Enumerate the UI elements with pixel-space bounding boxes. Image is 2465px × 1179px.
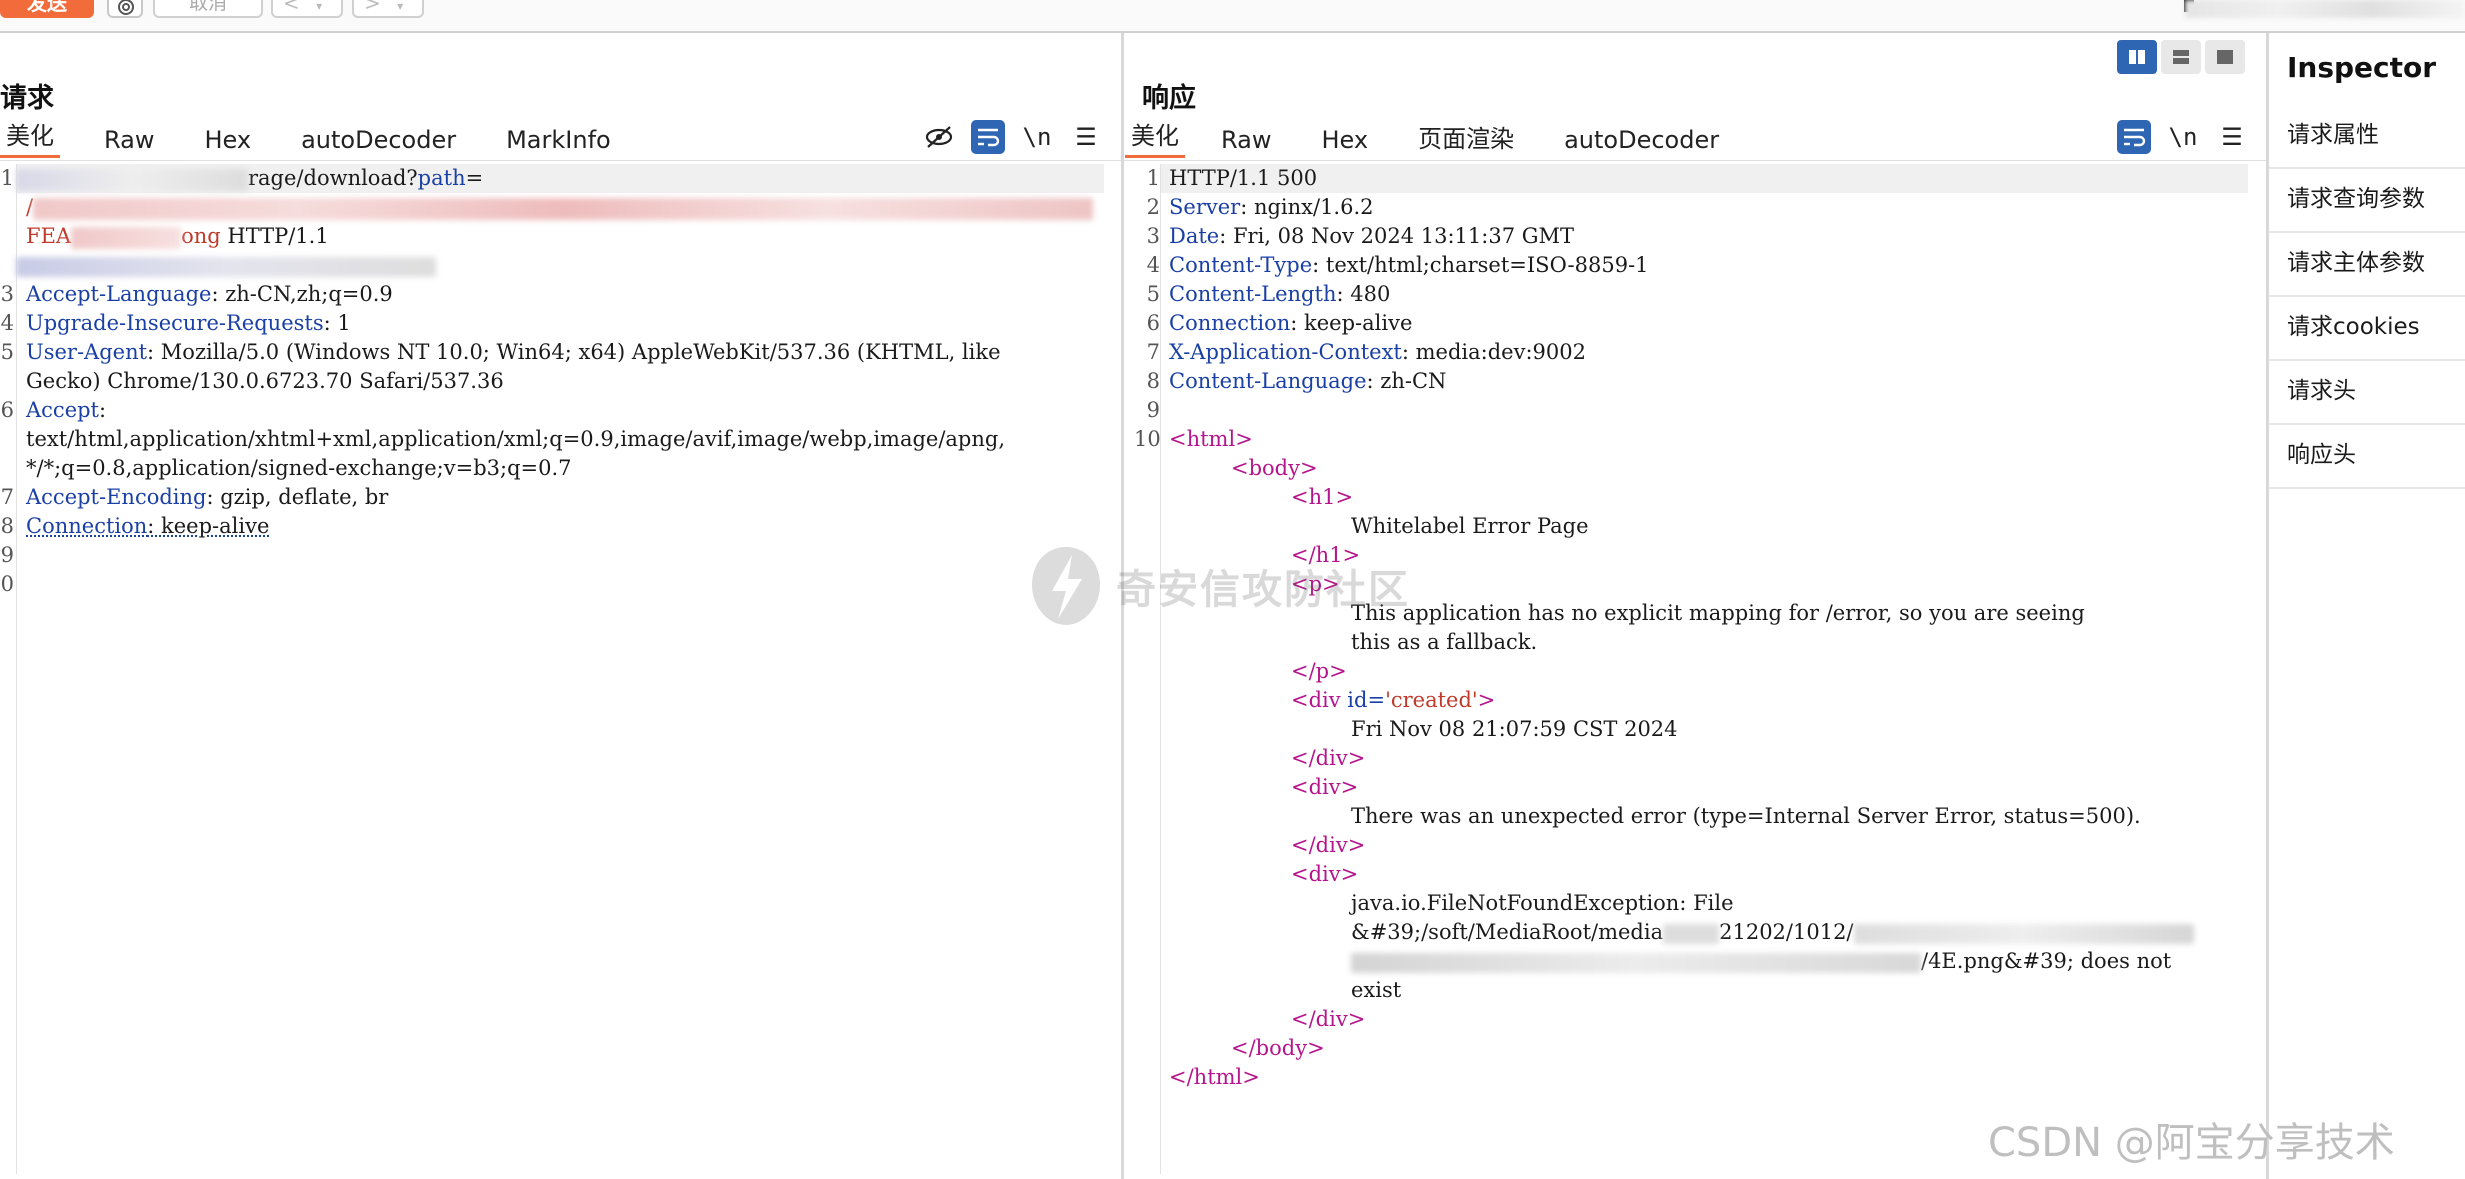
forward-button[interactable]: > ▾ [352, 0, 424, 18]
layout-split-horizontal-button[interactable] [2161, 40, 2201, 74]
dropdown-arrow-icon: ▾ [397, 0, 404, 13]
settings-button[interactable] [107, 0, 143, 18]
shield-bolt-logo-icon [1032, 547, 1100, 625]
wrap-lines-icon[interactable] [2117, 120, 2151, 154]
inspector-item-request-headers[interactable]: 请求头 [2269, 361, 2465, 425]
send-button[interactable]: 发送 [0, 0, 94, 18]
cancel-button[interactable]: 取消 [153, 0, 263, 18]
inspector-item-request-cookies[interactable]: 请求cookies [2269, 297, 2465, 361]
redacted-target [2185, 0, 2465, 18]
wrap-lines-icon[interactable] [971, 120, 1005, 154]
tab-response-pretty[interactable]: 美化 [1125, 116, 1185, 158]
gutter-separator [1160, 164, 1161, 1174]
top-toolbar: 发送 取消 < ▾ > ▾ [0, 0, 2465, 33]
tab-request-hex[interactable]: Hex [198, 126, 257, 158]
menu-icon[interactable]: ☰ [1069, 120, 1103, 154]
tab-request-autodecoder[interactable]: autoDecoder [295, 126, 462, 158]
gutter-separator [16, 164, 17, 1174]
newline-toggle-icon[interactable]: \n [1020, 120, 1054, 154]
inspector-item-body-params[interactable]: 请求主体参数 [2269, 233, 2465, 297]
request-title: 请求 [0, 83, 54, 114]
layout-single-button[interactable] [2205, 40, 2245, 74]
inspector-item-request-attributes[interactable]: 请求属性 [2269, 105, 2465, 169]
tab-bar-divider [1124, 160, 2266, 161]
hide-eye-icon[interactable] [922, 120, 956, 154]
forward-arrow-icon: > [364, 0, 381, 15]
back-arrow-icon: < [283, 0, 300, 15]
menu-icon[interactable]: ☰ [2215, 120, 2249, 154]
back-button[interactable]: < ▾ [271, 0, 343, 18]
tab-request-pretty[interactable]: 美化 [0, 116, 60, 158]
inspector-list: 请求属性 请求查询参数 请求主体参数 请求cookies 请求头 响应头 [2269, 105, 2465, 489]
tab-response-render[interactable]: 页面渲染 [1412, 119, 1520, 158]
view-layout-toggle [2117, 40, 2249, 74]
layout-split-vertical-button[interactable] [2117, 40, 2157, 74]
response-tabs: 美化 Raw Hex 页面渲染 autoDecoder [1125, 120, 1763, 158]
response-lines: HTTP/1.1 500 Server: nginx/1.6.2 Date: F… [1169, 164, 2264, 1092]
tab-bar-divider [0, 160, 1121, 161]
newline-toggle-icon[interactable]: \n [2166, 120, 2200, 154]
request-lines: rage/download?path= / FEA ong HTTP/1.1 Ac… [16, 164, 1106, 599]
gear-icon [118, 0, 134, 15]
tab-response-hex[interactable]: Hex [1315, 126, 1374, 158]
watermark-center: 奇安信攻防社区 [1030, 545, 1410, 627]
inspector-item-query-params[interactable]: 请求查询参数 [2269, 169, 2465, 233]
response-title: 响应 [1142, 83, 1196, 114]
inspector-title: Inspector [2287, 51, 2437, 84]
tab-response-autodecoder[interactable]: autoDecoder [1558, 126, 1725, 158]
watermark-corner: CSDN @阿宝分享技术 [1988, 1120, 2395, 1166]
request-tabs: 美化 Raw Hex autoDecoder MarkInfo [0, 120, 655, 158]
response-gutter: 1 2 3 4 5 6 7 8 9 10 [1134, 166, 1161, 451]
dropdown-arrow-icon: ▾ [316, 0, 323, 13]
request-gutter: 1 345 6 7890 [0, 166, 14, 596]
inspector-item-response-headers[interactable]: 响应头 [2269, 425, 2465, 489]
tab-request-markinfo[interactable]: MarkInfo [500, 126, 617, 158]
tab-response-raw[interactable]: Raw [1215, 126, 1277, 158]
tab-request-raw[interactable]: Raw [98, 126, 160, 158]
